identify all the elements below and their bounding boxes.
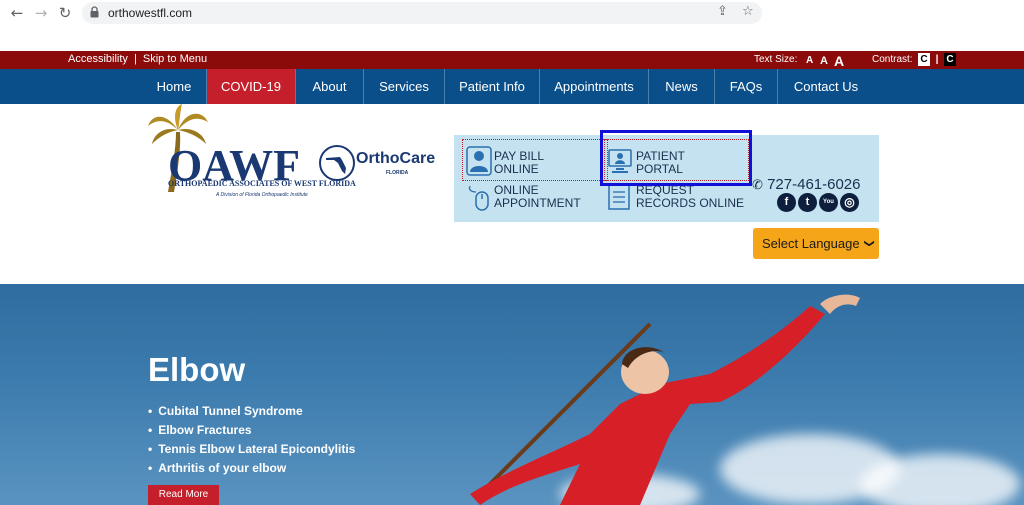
nav-services[interactable]: Services <box>364 69 445 104</box>
orthocare-logo: OrthoCare <box>356 150 436 167</box>
athlete-javelin-image <box>470 294 860 505</box>
facebook-icon[interactable]: f <box>777 193 796 212</box>
reload-icon[interactable]: ↻ <box>56 4 74 22</box>
nav-about[interactable]: About <box>296 69 364 104</box>
nav-news[interactable]: News <box>649 69 715 104</box>
language-select-label: Select Language <box>762 236 860 251</box>
hero-title: Elbow <box>148 351 246 388</box>
site-logo[interactable]: OAWF ORTHOPAEDIC ASSOCIATES OF WEST FLOR… <box>146 104 446 204</box>
list-item[interactable]: Elbow Fractures <box>148 423 355 442</box>
read-more-button[interactable]: Read More <box>148 485 219 505</box>
cloud-shape <box>860 454 1020 505</box>
nav-appointments[interactable]: Appointments <box>540 69 649 104</box>
pay-bill-icon <box>466 146 492 176</box>
pay-bill-line2: ONLINE <box>494 162 539 176</box>
instagram-icon[interactable]: ◎ <box>840 193 859 212</box>
text-size-large[interactable]: A <box>834 53 844 69</box>
orthocare-florida: FLORIDA <box>386 170 409 176</box>
mouse-click-icon <box>468 185 489 211</box>
florida-seal-icon <box>319 145 355 181</box>
hero-topic-list: Cubital Tunnel Syndrome Elbow Fractures … <box>148 404 355 480</box>
forward-arrow-icon[interactable]: → <box>32 4 50 22</box>
request-records-line2: RECORDS ONLINE <box>636 196 745 210</box>
phone-icon: ✆ <box>752 178 763 193</box>
language-select[interactable]: Select Language ❯ <box>753 228 879 259</box>
nav-covid-19[interactable]: COVID-19 <box>207 69 296 104</box>
text-size-label: Text Size: <box>754 54 798 65</box>
text-size-small[interactable]: A <box>806 55 813 66</box>
address-bar[interactable]: orthowestfl.com ⇪ ☆ <box>82 2 762 24</box>
text-size-medium[interactable]: A <box>820 55 828 67</box>
lock-icon <box>90 6 99 18</box>
online-appointment-link[interactable]: ONLINE APPOINTMENT <box>494 184 581 210</box>
url-text: orthowestfl.com <box>108 6 193 20</box>
nav-faqs[interactable]: FAQs <box>715 69 778 104</box>
utility-bar: Accessibility | Skip to Menu Text Size: … <box>0 51 1024 69</box>
contrast-label: Contrast: <box>872 54 913 65</box>
contrast-control: Contrast: C | C <box>872 53 956 66</box>
contrast-light-button[interactable]: C <box>918 53 930 66</box>
browser-toolbar: ← → ↻ orthowestfl.com ⇪ ☆ <box>0 0 1024 26</box>
nav-home[interactable]: Home <box>142 69 207 104</box>
share-icon[interactable]: ⇪ <box>717 4 728 19</box>
twitter-icon[interactable]: t <box>798 193 817 212</box>
list-item[interactable]: Tennis Elbow Lateral Epicondylitis <box>148 442 355 461</box>
online-appointment-line2: APPOINTMENT <box>494 196 581 210</box>
phone-text: 727-461-6026 <box>767 176 861 193</box>
contrast-separator: | <box>935 54 939 65</box>
phone-number[interactable]: ✆ 727-461-6026 <box>752 176 861 193</box>
nav-contact-us[interactable]: Contact Us <box>778 69 874 104</box>
text-size-control: Text Size: A A A <box>754 53 844 69</box>
patient-portal-highlight <box>600 130 752 186</box>
nav-patient-info[interactable]: Patient Info <box>445 69 540 104</box>
main-nav: Home COVID-19 About Services Patient Inf… <box>0 69 1024 104</box>
bookmark-star-icon[interactable]: ☆ <box>742 4 754 19</box>
pay-bill-link[interactable]: PAY BILL ONLINE <box>494 150 544 176</box>
chevron-down-icon: ❯ <box>863 239 875 248</box>
separator: | <box>133 53 137 65</box>
list-item[interactable]: Arthritis of your elbow <box>148 461 355 480</box>
accessibility-link[interactable]: Accessibility <box>68 53 128 65</box>
back-arrow-icon[interactable]: ← <box>8 4 26 22</box>
request-records-link[interactable]: REQUEST RECORDS ONLINE <box>636 184 744 210</box>
hero-banner: Elbow Cubital Tunnel Syndrome Elbow Frac… <box>0 284 1024 505</box>
list-item[interactable]: Cubital Tunnel Syndrome <box>148 404 355 423</box>
records-document-icon <box>608 184 630 210</box>
youtube-icon[interactable]: You <box>819 193 838 212</box>
contrast-dark-button[interactable]: C <box>944 53 956 66</box>
skip-to-menu-link[interactable]: Skip to Menu <box>143 53 207 65</box>
logo-division: A Division of Florida Orthopaedic Instit… <box>216 192 308 198</box>
